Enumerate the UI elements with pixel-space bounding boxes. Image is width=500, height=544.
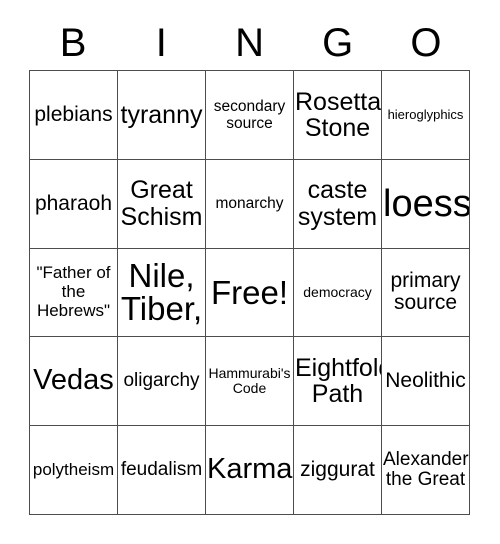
bingo-cell-label: Hammurabi's Code bbox=[208, 364, 291, 397]
bingo-cell-label: Alexander the Great bbox=[383, 448, 469, 491]
bingo-cell-b3[interactable]: "Father of the Hebrews" bbox=[30, 248, 118, 338]
bingo-cell-g2[interactable]: caste system bbox=[294, 159, 382, 249]
bingo-cell-label: hieroglyphics bbox=[387, 106, 464, 122]
bingo-cell-label: Karma bbox=[207, 453, 293, 486]
bingo-cell-label: Rosetta Stone bbox=[295, 87, 382, 142]
bingo-cell-n2[interactable]: monarchy bbox=[206, 159, 294, 249]
header-letter-n: N bbox=[235, 21, 264, 65]
bingo-cell-g1[interactable]: Rosetta Stone bbox=[294, 71, 382, 160]
bingo-cell-g3[interactable]: democracy bbox=[294, 248, 382, 338]
bingo-cell-n4[interactable]: Hammurabi's Code bbox=[206, 337, 294, 427]
bingo-cell-label: polytheism bbox=[32, 459, 115, 479]
bingo-cell-n1[interactable]: secondary source bbox=[206, 71, 294, 160]
bingo-cell-label: Nile, Tiber, bbox=[120, 256, 203, 328]
bingo-cell-free-space[interactable]: Free! bbox=[206, 248, 294, 338]
bingo-cell-b2[interactable]: pharaoh bbox=[30, 159, 118, 249]
bingo-header: B I N G O bbox=[29, 18, 470, 68]
bingo-cell-o1[interactable]: hieroglyphics bbox=[382, 71, 470, 160]
bingo-cell-o2[interactable]: loess bbox=[382, 159, 470, 249]
bingo-cell-label: Neolithic bbox=[385, 369, 466, 393]
bingo-cell-label: caste system bbox=[297, 176, 378, 231]
bingo-cell-label: plebians bbox=[34, 102, 113, 126]
bingo-cell-label: Great Schism bbox=[120, 176, 203, 231]
bingo-cell-i5[interactable]: feudalism bbox=[118, 426, 206, 515]
header-letter-o: O bbox=[410, 21, 442, 65]
bingo-cell-g5[interactable]: ziggurat bbox=[294, 426, 382, 515]
header-letter-b: B bbox=[59, 21, 87, 65]
bingo-cell-i2[interactable]: Great Schism bbox=[118, 159, 206, 249]
bingo-cell-o4[interactable]: Neolithic bbox=[382, 337, 470, 427]
bingo-cell-label: "Father of the Hebrews" bbox=[36, 263, 111, 320]
bingo-cell-label: secondary source bbox=[213, 97, 286, 132]
header-letter-g: G bbox=[322, 21, 354, 65]
bingo-cell-label: loess bbox=[383, 182, 470, 225]
bingo-cell-o3[interactable]: primary source bbox=[382, 248, 470, 338]
bingo-grid: plebians tyranny secondary source Rosett… bbox=[29, 70, 470, 515]
bingo-cell-label: pharaoh bbox=[34, 191, 113, 215]
bingo-cell-label: Vedas bbox=[33, 364, 114, 397]
bingo-cell-label: Eightfold Path bbox=[295, 354, 381, 409]
bingo-cell-b5[interactable]: polytheism bbox=[30, 426, 118, 515]
bingo-cell-g4[interactable]: Eightfold Path bbox=[294, 337, 382, 427]
bingo-cell-i4[interactable]: oligarchy bbox=[118, 337, 206, 427]
bingo-cell-label: feudalism bbox=[120, 458, 203, 480]
bingo-cell-label: tyranny bbox=[120, 100, 203, 129]
bingo-cell-label: oligarchy bbox=[123, 370, 200, 392]
bingo-free-space-label: Free! bbox=[210, 273, 289, 311]
bingo-cell-b4[interactable]: Vedas bbox=[30, 337, 118, 427]
header-letter-i: I bbox=[155, 21, 167, 65]
bingo-cell-i1[interactable]: tyranny bbox=[118, 71, 206, 160]
bingo-cell-i3[interactable]: Nile, Tiber, bbox=[118, 248, 206, 338]
bingo-cell-o5[interactable]: Alexander the Great bbox=[382, 426, 470, 515]
bingo-cell-label: monarchy bbox=[215, 195, 284, 213]
bingo-card: B I N G O plebians tyranny secondary sou… bbox=[0, 0, 500, 544]
bingo-cell-b1[interactable]: plebians bbox=[30, 71, 118, 160]
bingo-cell-label: primary source bbox=[390, 269, 461, 315]
bingo-cell-label: ziggurat bbox=[300, 457, 375, 481]
bingo-cell-label: democracy bbox=[303, 283, 372, 300]
bingo-cell-n5[interactable]: Karma bbox=[206, 426, 294, 515]
